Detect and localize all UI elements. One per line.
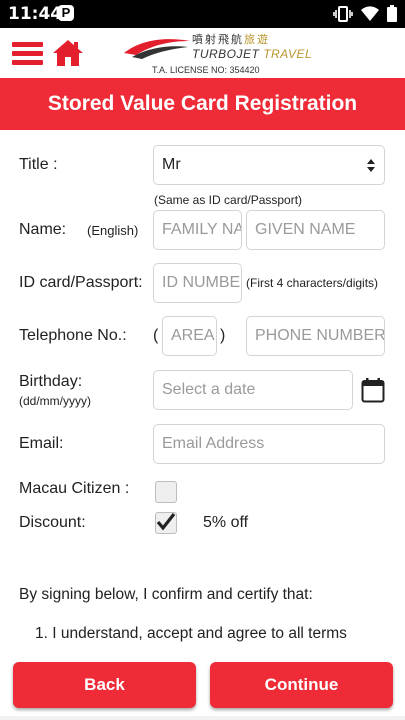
birthday-date-input[interactable]: Select a date <box>153 370 353 410</box>
title-hint: (Same as ID card/Passport) <box>154 193 303 207</box>
status-icons <box>333 5 397 22</box>
checkmark-icon <box>156 513 176 531</box>
discount-value: 5% off <box>203 514 249 531</box>
discount-checkbox[interactable] <box>155 512 177 534</box>
id-hint: (First 4 characters/digits) <box>246 276 379 290</box>
wifi-icon <box>361 6 379 21</box>
terms-item-1: 1. I understand, accept and agree to all… <box>35 625 347 642</box>
continue-button[interactable]: Continue <box>210 662 393 708</box>
email-input[interactable]: Email Address <box>153 424 385 464</box>
bottom-edge <box>0 716 405 720</box>
birthday-format-hint: (dd/mm/yyyy) <box>19 394 91 408</box>
license-number: T.A. LICENSE NO: 354420 <box>152 65 260 75</box>
phone-number-input[interactable]: PHONE NUMBER <box>246 316 385 356</box>
given-name-input[interactable]: GIVEN NAME <box>246 210 385 250</box>
title-label: Title : <box>19 156 58 173</box>
birthday-label: Birthday: <box>19 373 83 390</box>
select-arrows-icon <box>367 159 375 172</box>
page-title: Stored Value Card Registration <box>0 78 405 130</box>
name-english-hint: (English) <box>87 223 139 238</box>
telephone-label: Telephone No.: <box>19 327 127 344</box>
turbojet-wave-icon <box>124 39 190 59</box>
id-passport-label: ID card/Passport: <box>19 274 143 291</box>
area-open-paren: ( <box>153 327 159 344</box>
back-button[interactable]: Back <box>13 662 196 708</box>
battery-icon <box>387 5 397 22</box>
turbojet-travel-logo: 噴射飛航旅遊 TURBOJET TRAVEL T.A. LICENSE NO: … <box>122 31 312 77</box>
parking-notification-icon: P <box>58 5 74 21</box>
discount-label: Discount: <box>19 514 86 531</box>
status-bar: 11:44 P <box>0 0 405 28</box>
area-close-paren: ) <box>220 327 226 344</box>
family-name-input[interactable]: FAMILY NAME <box>153 210 242 250</box>
calendar-icon[interactable] <box>361 377 385 403</box>
home-icon[interactable] <box>51 38 85 68</box>
menu-icon[interactable] <box>12 42 43 66</box>
title-select[interactable]: Mr <box>153 145 385 185</box>
area-code-input[interactable]: AREA <box>162 316 217 356</box>
id-number-input[interactable]: ID NUMBER <box>153 263 242 303</box>
terms-intro: By signing below, I confirm and certify … <box>19 586 313 603</box>
email-label: Email: <box>19 435 64 452</box>
logo-english-text: TURBOJET TRAVEL <box>192 47 313 61</box>
macau-citizen-label: Macau Citizen : <box>19 480 130 497</box>
logo-chinese-text: 噴射飛航旅遊 <box>192 33 270 46</box>
title-select-value: Mr <box>162 156 181 173</box>
name-label: Name: <box>19 221 67 238</box>
macau-citizen-checkbox[interactable] <box>155 481 177 503</box>
vibrate-icon <box>333 5 353 22</box>
app-header: 噴射飛航旅遊 TURBOJET TRAVEL T.A. LICENSE NO: … <box>0 28 405 78</box>
status-time: 11:44 <box>8 4 63 24</box>
